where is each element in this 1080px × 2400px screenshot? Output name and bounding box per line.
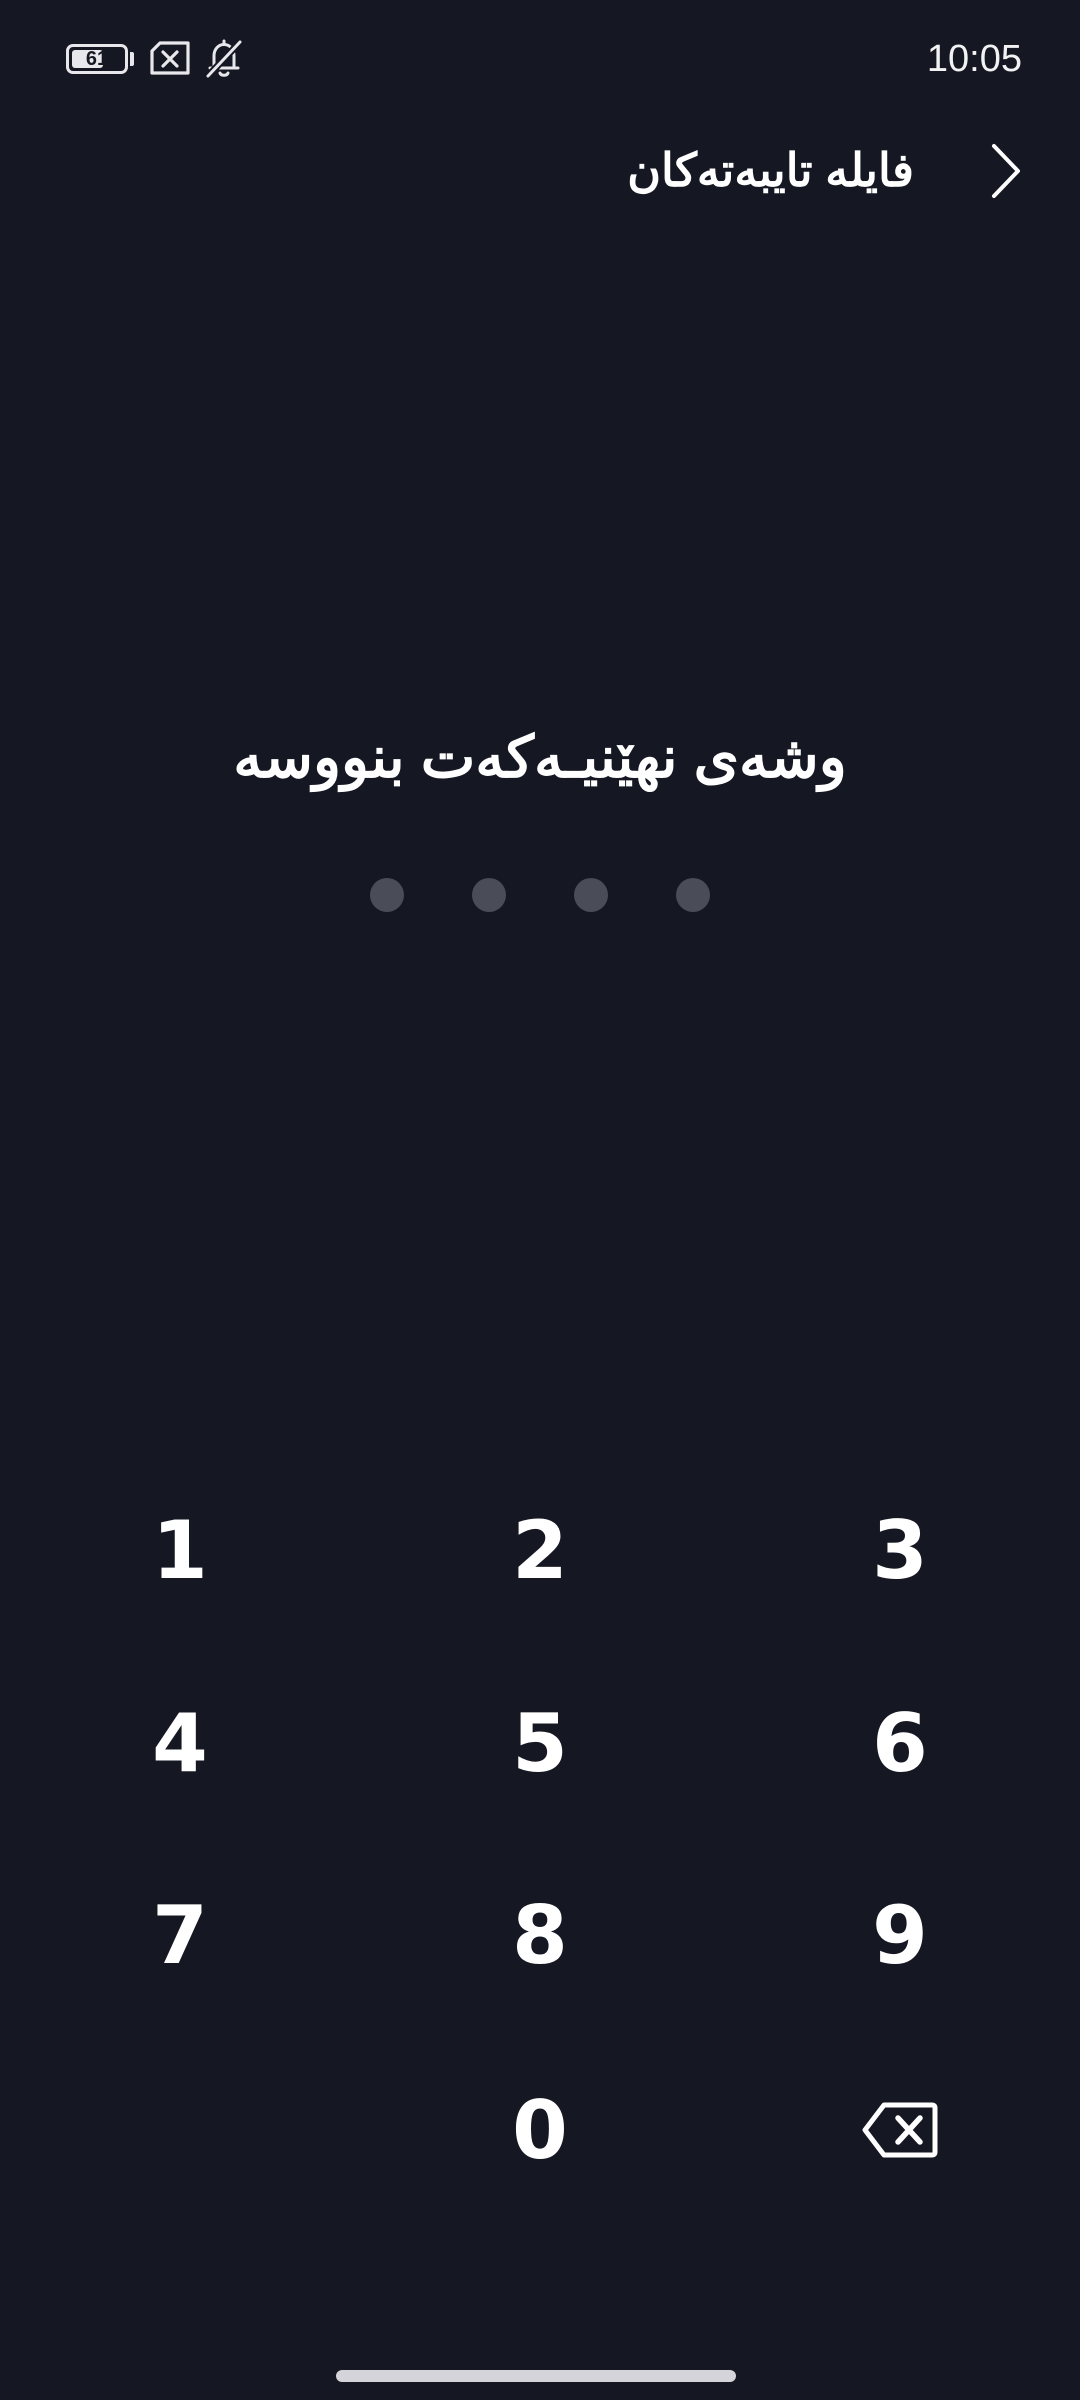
header: فایلە تایبەتەکان: [0, 120, 1080, 220]
pin-dot: [574, 878, 608, 912]
pin-dot: [472, 878, 506, 912]
home-indicator[interactable]: [336, 2370, 736, 2382]
no-sim-icon: [150, 41, 190, 75]
page-title: فایلە تایبەتەکان: [627, 144, 914, 196]
status-bar: 61 10:05: [0, 0, 1080, 120]
pin-dot: [370, 878, 404, 912]
status-clock: 10:05: [926, 38, 1022, 80]
keypad-key-5[interactable]: 5: [430, 1673, 650, 1813]
notifications-off-icon: [204, 38, 244, 80]
keypad-key-2[interactable]: 2: [430, 1480, 650, 1620]
pin-indicator: [0, 878, 1080, 914]
keypad-key-7[interactable]: 7: [70, 1865, 290, 2005]
keypad-key-4[interactable]: 4: [70, 1673, 290, 1813]
backspace-icon: [862, 2102, 938, 2158]
battery-level: 61: [85, 48, 109, 70]
battery-tip: [130, 52, 134, 66]
pin-prompt: وشەی نهێنیـەکەت بنووسە: [233, 725, 847, 790]
pin-dot: [676, 878, 710, 912]
battery-icon: 61: [66, 44, 128, 74]
keypad-key-0[interactable]: 0: [430, 2060, 650, 2200]
backspace-button[interactable]: [790, 2060, 1010, 2200]
keypad-key-9[interactable]: 9: [790, 1865, 1010, 2005]
keypad-key-8[interactable]: 8: [430, 1865, 650, 2005]
numeric-keypad: 1 2 3 4 5 6 7 8 9 0: [0, 1480, 1080, 2260]
keypad-key-6[interactable]: 6: [790, 1673, 1010, 1813]
keypad-key-1[interactable]: 1: [70, 1480, 290, 1620]
chevron-right-icon[interactable]: [980, 140, 1030, 202]
keypad-key-3[interactable]: 3: [790, 1480, 1010, 1620]
